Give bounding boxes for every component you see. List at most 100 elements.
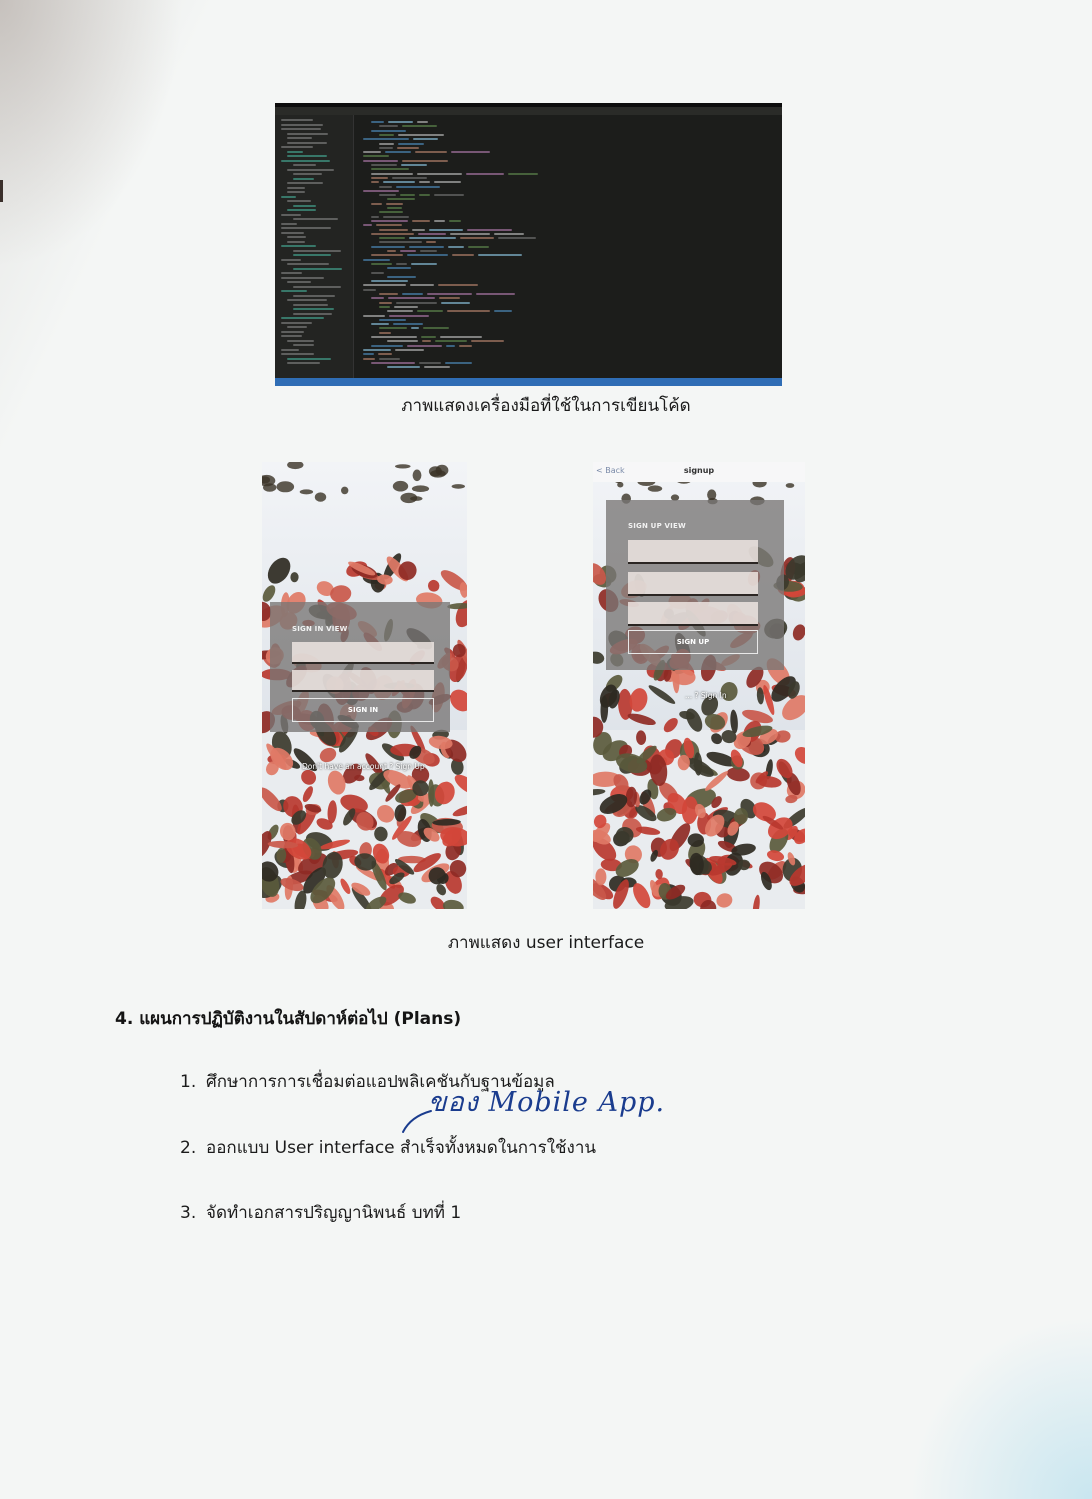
code-line — [508, 172, 539, 175]
leaf — [730, 709, 738, 734]
file-tree-item — [281, 317, 324, 319]
leaf — [400, 492, 418, 504]
file-tree-item — [281, 146, 314, 148]
code-line — [387, 198, 415, 201]
editor-statusbar — [275, 378, 782, 386]
plan-number: 1. — [180, 1072, 197, 1092]
code-line — [408, 237, 456, 240]
code-line — [449, 219, 461, 222]
leaf — [302, 786, 313, 803]
signin-link[interactable]: ... ? Sign In — [685, 691, 727, 700]
code-line — [434, 340, 468, 343]
file-tree-item — [287, 326, 308, 328]
signup-screenshot: < Back signup SIGN UP VIEW SIGN UP ... ?… — [593, 462, 805, 909]
password-field[interactable] — [628, 602, 758, 626]
code-line — [387, 250, 397, 252]
code-line — [418, 194, 431, 197]
username-field[interactable] — [292, 642, 434, 664]
leaf — [287, 462, 304, 470]
code-line — [387, 207, 402, 209]
code-line — [371, 245, 406, 248]
file-tree-item — [287, 236, 307, 238]
file-tree-item — [293, 285, 342, 288]
leaf — [716, 893, 733, 908]
code-line — [422, 327, 449, 330]
code-line — [371, 176, 388, 179]
signin-button[interactable]: SIGN IN — [292, 698, 434, 722]
code-line — [383, 215, 410, 218]
code-line — [497, 237, 536, 240]
leaf — [617, 481, 624, 488]
file-tree-item — [287, 339, 314, 342]
leaf — [299, 489, 314, 495]
code-line — [371, 323, 389, 326]
file-tree-item — [293, 218, 339, 220]
code-line — [398, 133, 444, 136]
file-tree-item — [293, 204, 317, 207]
leaf — [276, 481, 295, 493]
file-tree-item — [293, 267, 342, 270]
code-line — [363, 353, 375, 356]
code-line — [434, 181, 461, 184]
code-line — [379, 331, 391, 334]
code-line — [475, 293, 516, 295]
leaf — [752, 894, 760, 909]
file-tree-item — [293, 303, 328, 306]
code-line — [400, 194, 415, 197]
file-tree-item — [293, 254, 332, 256]
leaf — [785, 483, 795, 488]
code-line — [409, 245, 445, 248]
file-tree-item — [281, 258, 301, 261]
code-line — [371, 181, 380, 184]
file-tree-item — [287, 150, 303, 153]
code-line — [452, 254, 474, 257]
code-line — [378, 353, 393, 356]
plans-heading: 4. แผนการปฏิบัติงานในสัปดาห์ต่อไป (Plans… — [115, 1009, 462, 1029]
code-line — [394, 348, 424, 351]
code-line — [415, 151, 448, 154]
file-tree-item — [293, 308, 335, 310]
code-line — [387, 121, 414, 123]
leaf — [392, 480, 409, 492]
email-field[interactable] — [628, 572, 758, 596]
code-line — [428, 228, 464, 231]
file-tree-item — [281, 119, 314, 121]
code-line — [371, 280, 409, 283]
signup-button[interactable]: SIGN UP — [628, 630, 758, 654]
code-figure-caption: ภาพแสดงเครื่องมือที่ใช้ในการเขียนโค้ด — [401, 396, 691, 416]
leaf — [595, 868, 607, 886]
code-line — [444, 361, 472, 364]
code-line — [410, 327, 419, 330]
code-line — [400, 250, 416, 252]
file-tree-item — [287, 362, 320, 364]
file-tree-item — [287, 141, 328, 144]
leaf — [427, 579, 440, 592]
file-tree-item — [293, 173, 323, 175]
code-line — [406, 344, 443, 347]
leaf — [452, 804, 467, 817]
signup-link[interactable]: Don't have an account ? Sign Up — [302, 762, 425, 771]
file-tree-item — [293, 249, 342, 252]
editor-code-area — [355, 115, 782, 378]
username-field[interactable] — [628, 540, 758, 564]
file-tree-item — [281, 276, 324, 279]
leaf — [593, 651, 605, 664]
leaf — [262, 585, 276, 602]
plan-number: 2. — [180, 1138, 197, 1158]
password-field[interactable] — [292, 670, 434, 692]
code-line — [363, 189, 400, 192]
code-line — [371, 297, 385, 300]
code-line — [423, 366, 450, 369]
leaf — [395, 464, 411, 469]
file-tree-item — [287, 168, 334, 171]
file-tree-item — [287, 281, 311, 283]
code-line — [471, 340, 505, 343]
code-line — [371, 254, 403, 257]
code-line — [363, 151, 381, 154]
code-line — [379, 133, 395, 136]
leaf — [430, 470, 446, 478]
code-line — [371, 168, 409, 171]
code-line — [446, 344, 455, 347]
leaf — [341, 486, 349, 495]
file-tree-item — [281, 159, 330, 162]
